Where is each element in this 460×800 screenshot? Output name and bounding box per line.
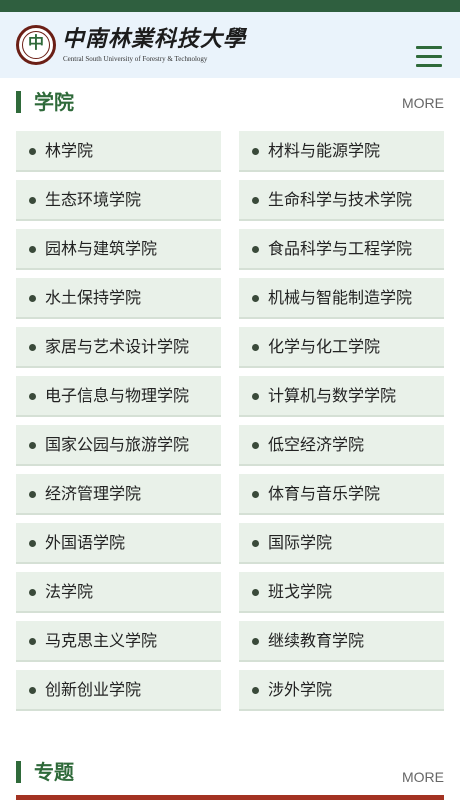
college-name: 经济管理学院 [45,484,142,503]
bullet-dot-icon [252,197,259,204]
college-name: 法学院 [45,582,94,601]
college-link[interactable]: 林学院 [16,131,221,172]
college-link[interactable]: 经济管理学院 [16,474,221,515]
college-link[interactable]: 体育与音乐学院 [239,474,444,515]
bullet-dot-icon [29,246,36,253]
college-link[interactable]: 计算机与数学学院 [239,376,444,417]
college-name: 材料与能源学院 [268,141,381,160]
college-name: 水土保持学院 [45,288,142,307]
college-name: 外国语学院 [45,533,126,552]
bullet-dot-icon [252,442,259,449]
college-link[interactable]: 国家公园与旅游学院 [16,425,221,466]
section-accent-bar [16,91,21,113]
college-link[interactable]: 创新创业学院 [16,670,221,711]
bullet-dot-icon [29,344,36,351]
college-name: 体育与音乐学院 [268,484,381,503]
college-link[interactable]: 机械与智能制造学院 [239,278,444,319]
section-title: 专题 [34,760,74,784]
college-grid: 林学院 材料与能源学院生态环境学院 生命科学与技术学院园林与建筑学院 食品科学与工程学… [16,131,444,711]
hamburger-menu-icon[interactable] [416,46,442,68]
bullet-dot-icon [29,148,36,155]
bullet-dot-icon [29,687,36,694]
college-name: 林学院 [45,141,94,160]
emblem-glyph: 中 [27,33,44,52]
bullet-dot-icon [29,442,36,449]
topics-more-link[interactable]: MORE [402,769,444,785]
college-link[interactable]: 家居与艺术设计学院 [16,327,221,368]
college-name: 食品科学与工程学院 [268,239,413,258]
college-name: 继续教育学院 [268,631,365,650]
college-name: 创新创业学院 [45,680,142,699]
college-name: 国际学院 [268,533,333,552]
college-name: 生命科学与技术学院 [268,190,413,209]
bullet-dot-icon [29,393,36,400]
bullet-dot-icon [252,148,259,155]
colleges-section-header: 学院 MORE [0,87,460,117]
topics-banner-edge [16,795,444,800]
bullet-dot-icon [252,295,259,302]
college-link[interactable]: 外国语学院 [16,523,221,564]
college-link[interactable]: 继续教育学院 [239,621,444,662]
college-link[interactable]: 食品科学与工程学院 [239,229,444,270]
bullet-dot-icon [29,589,36,596]
college-name: 国家公园与旅游学院 [45,435,190,454]
bullet-dot-icon [252,687,259,694]
college-name: 生态环境学院 [45,190,142,209]
university-emblem-icon[interactable]: 中 [16,25,56,65]
menu-line [416,46,442,49]
site-header: 中 中南林業科技大學 Central South University of F… [0,12,460,78]
bullet-dot-icon [252,491,259,498]
menu-line [416,64,442,67]
bullet-dot-icon [252,393,259,400]
bullet-dot-icon [29,491,36,498]
college-link[interactable]: 班戈学院 [239,572,444,613]
bullet-dot-icon [29,295,36,302]
bullet-dot-icon [252,540,259,547]
college-name: 计算机与数学学院 [268,386,397,405]
bullet-dot-icon [29,540,36,547]
college-link[interactable]: 涉外学院 [239,670,444,711]
topics-section-header: 专题 MORE [0,757,460,787]
bullet-dot-icon [252,344,259,351]
college-name: 化学与化工学院 [268,337,381,356]
college-link[interactable]: 国际学院 [239,523,444,564]
college-link[interactable]: 低空经济学院 [239,425,444,466]
bullet-dot-icon [29,638,36,645]
colleges-more-link[interactable]: MORE [402,95,444,111]
bullet-dot-icon [252,246,259,253]
college-name: 低空经济学院 [268,435,365,454]
college-link[interactable]: 园林与建筑学院 [16,229,221,270]
section-accent-bar [16,761,21,783]
college-name: 家居与艺术设计学院 [45,337,190,356]
college-name: 班戈学院 [268,582,333,601]
college-link[interactable]: 生态环境学院 [16,180,221,221]
top-strip [0,0,460,12]
college-link[interactable]: 材料与能源学院 [239,131,444,172]
college-link[interactable]: 化学与化工学院 [239,327,444,368]
college-name: 马克思主义学院 [45,631,158,650]
university-name-en: Central South University of Forestry & T… [63,55,208,63]
college-link[interactable]: 生命科学与技术学院 [239,180,444,221]
bullet-dot-icon [252,589,259,596]
college-name: 机械与智能制造学院 [268,288,413,307]
menu-line [416,55,442,58]
college-name: 电子信息与物理学院 [45,386,190,405]
bullet-dot-icon [29,197,36,204]
college-name: 园林与建筑学院 [45,239,158,258]
college-link[interactable]: 马克思主义学院 [16,621,221,662]
university-name-cn[interactable]: 中南林業科技大學 [62,26,246,52]
college-name: 涉外学院 [268,680,333,699]
college-link[interactable]: 水土保持学院 [16,278,221,319]
college-link[interactable]: 法学院 [16,572,221,613]
bullet-dot-icon [252,638,259,645]
college-link[interactable]: 电子信息与物理学院 [16,376,221,417]
section-title: 学院 [34,90,74,114]
